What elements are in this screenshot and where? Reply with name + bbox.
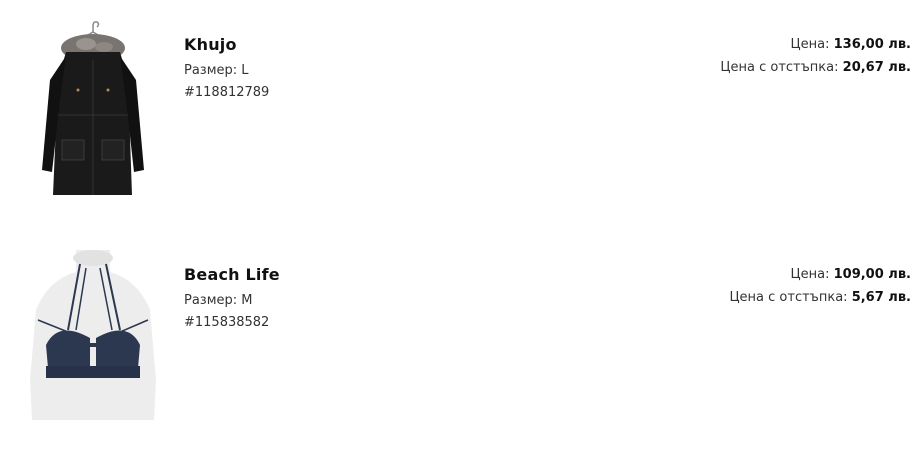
product-prices: Цена: 136,00 лв. Цена с отстъпка: 20,67 … [720, 33, 911, 79]
product-brand[interactable]: Beach Life [184, 265, 280, 284]
product-item: Beach Life Размер: M #115838582 Цена: 10… [0, 250, 921, 450]
price-line: Цена: 109,00 лв. [729, 263, 911, 286]
discount-price-value: 5,67 лв. [851, 290, 911, 305]
discount-price-value: 20,67 лв. [842, 60, 911, 75]
price-label: Цена: [790, 267, 830, 282]
bikini-top-icon [30, 250, 156, 420]
parka-icon [42, 21, 144, 195]
price-value: 109,00 лв. [833, 267, 911, 282]
product-size: Размер: L [184, 63, 249, 78]
product-size: Размер: M [184, 293, 253, 308]
size-value: L [241, 63, 249, 78]
product-prices: Цена: 109,00 лв. Цена с отстъпка: 5,67 л… [729, 263, 911, 309]
price-line: Цена: 136,00 лв. [720, 33, 911, 56]
product-sku: #115838582 [184, 315, 270, 330]
price-label: Цена: [790, 37, 830, 52]
product-item: Khujo Размер: L #118812789 Цена: 136,00 … [0, 20, 921, 220]
discount-price-label: Цена с отстъпка: [729, 290, 848, 305]
product-sku: #118812789 [184, 85, 270, 100]
discount-price-line: Цена с отстъпка: 5,67 лв. [729, 286, 911, 309]
size-label: Размер: [184, 293, 238, 308]
product-brand[interactable]: Khujo [184, 35, 237, 54]
product-image-bikini-top[interactable] [28, 250, 158, 440]
discount-price-label: Цена с отстъпка: [720, 60, 839, 75]
discount-price-line: Цена с отстъпка: 20,67 лв. [720, 56, 911, 79]
size-label: Размер: [184, 63, 238, 78]
size-value: M [241, 293, 253, 308]
price-value: 136,00 лв. [833, 37, 911, 52]
product-image-parka[interactable] [28, 20, 158, 210]
